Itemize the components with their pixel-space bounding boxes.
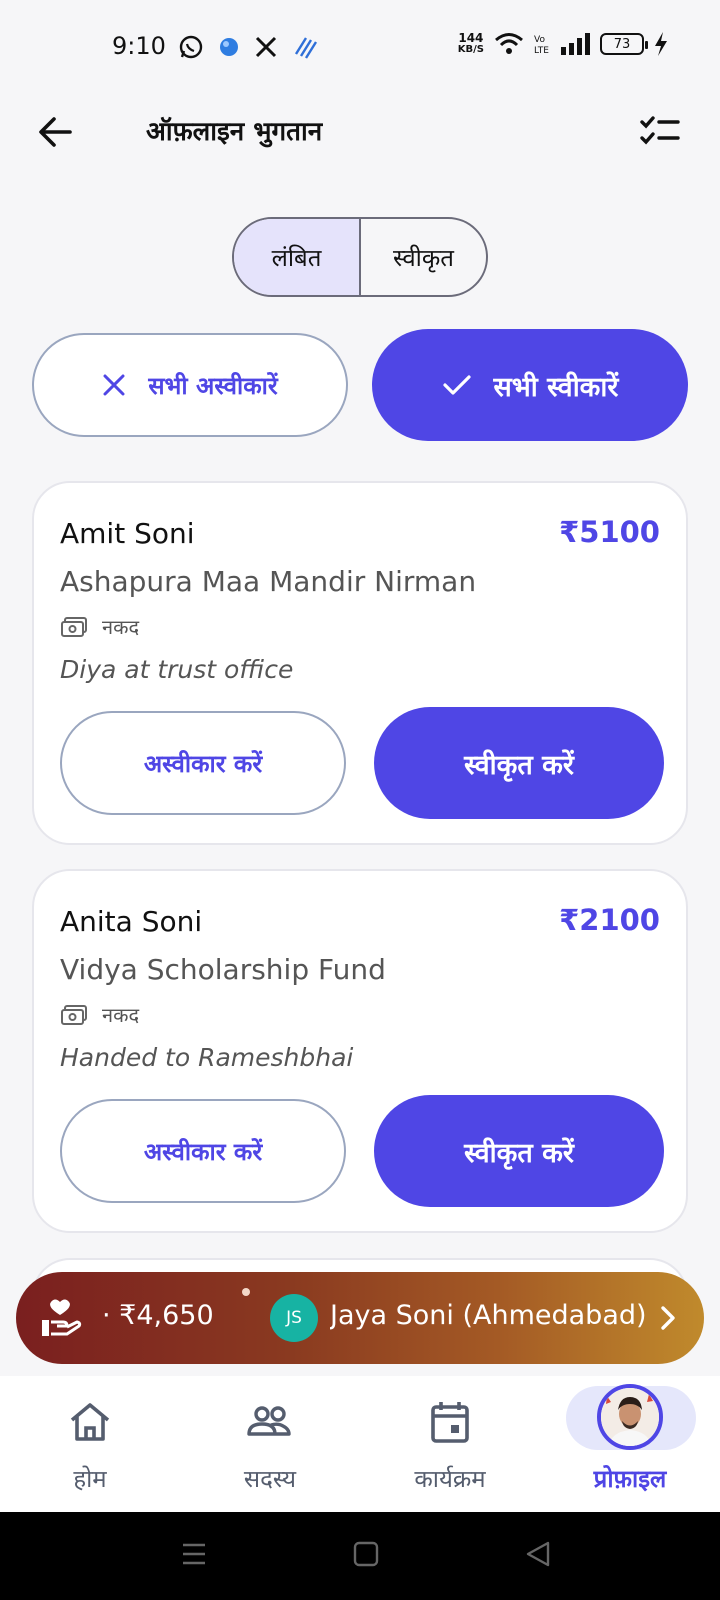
home-square-icon[interactable] (352, 1540, 380, 1568)
nav-members-label: सदस्य (243, 1465, 297, 1493)
charging-icon (655, 32, 667, 56)
system-indicators: 144 KB/S Vo LTE 73 (458, 32, 668, 56)
nav-profile-label: प्रोफ़ाइल (593, 1465, 667, 1493)
app-blue-icon (220, 38, 238, 56)
accept-button[interactable]: स्वीकृत करें (374, 707, 664, 819)
payment-note: Diya at trust office (60, 655, 294, 684)
status-tabs: लंबित स्वीकृत (232, 217, 488, 297)
cash-icon (61, 616, 87, 637)
whatsapp-icon (179, 35, 203, 59)
home-icon (70, 1403, 110, 1441)
signal-icon (561, 33, 590, 55)
tab-accepted[interactable]: स्वीकृत (361, 219, 486, 295)
net-speed: 144 KB/S (458, 32, 484, 56)
back-triangle-icon[interactable] (524, 1540, 552, 1568)
recents-menu-icon[interactable] (180, 1540, 208, 1568)
donation-hand-icon (42, 1299, 82, 1336)
status-time: 9:10 (112, 32, 166, 60)
tab-pending[interactable]: लंबित (234, 219, 361, 295)
payment-method-label: नकद (102, 615, 140, 639)
ticker-separator-dot (242, 1288, 250, 1296)
chevron-right-icon[interactable] (654, 1300, 682, 1336)
donation-ticker[interactable]: · ₹4,650 JS Jaya Soni (Ahmedabad) · ₹4 (16, 1272, 704, 1364)
payer-name: Amit Soni (60, 517, 195, 550)
fund-name: Ashapura Maa Mandir Nirman (60, 565, 477, 598)
payment-method: नकद (60, 613, 139, 640)
app-stripes-icon (294, 37, 318, 59)
payment-method-label: नकद (102, 1003, 140, 1027)
payment-note: Handed to Rameshbhai (60, 1043, 354, 1072)
members-icon (247, 1406, 291, 1436)
status-bar: 9:10 144 KB/S Vo LTE 73 (0, 0, 720, 96)
payment-amount: ₹2100 (559, 903, 660, 937)
payment-method: नकद (60, 1001, 139, 1028)
nav-profile[interactable]: प्रोफ़ाइल (540, 1376, 720, 1512)
payment-amount: ₹5100 (559, 515, 660, 549)
ticker-amount: · ₹4,650 (102, 1300, 214, 1331)
nav-members[interactable]: सदस्य (180, 1376, 360, 1512)
nav-events-label: कार्यक्रम (414, 1465, 486, 1493)
calendar-icon (431, 1402, 469, 1443)
notification-icons (178, 34, 318, 60)
svg-text:LTE: LTE (534, 46, 549, 56)
checklist-icon[interactable] (638, 110, 682, 154)
back-arrow-icon[interactable] (34, 110, 78, 154)
fund-name: Vidya Scholarship Fund (60, 953, 386, 986)
net-speed-value: 144 (458, 31, 484, 45)
reject-button[interactable]: अस्वीकार करें (60, 711, 346, 815)
reject-all-label: सभी अस्वीकारें (148, 371, 278, 400)
accept-all-button[interactable]: सभी स्वीकारें (372, 329, 688, 441)
x-icon (255, 36, 277, 58)
wifi-icon (495, 33, 523, 54)
battery-level: 73 (613, 36, 631, 52)
app-header: ऑफ़लाइन भुगतान (0, 96, 720, 166)
reject-button[interactable]: अस्वीकार करें (60, 1099, 346, 1203)
battery-indicator: 73 (600, 33, 648, 55)
accept-all-label: सभी स्वीकारें (493, 371, 619, 403)
reject-all-button[interactable]: सभी अस्वीकारें (32, 333, 348, 437)
page-title: ऑफ़लाइन भुगतान (146, 117, 323, 147)
accept-button[interactable]: स्वीकृत करें (374, 1095, 664, 1207)
nav-events[interactable]: कार्यक्रम (360, 1376, 540, 1512)
volte-icon: VoLTE (534, 35, 549, 56)
profile-avatar (597, 1384, 663, 1450)
cash-icon (61, 1004, 87, 1025)
nav-home[interactable]: होम (0, 1376, 180, 1512)
nav-home-label: होम (73, 1465, 107, 1493)
check-icon (442, 375, 471, 395)
svg-text:Vo: Vo (534, 35, 545, 45)
payment-card: Amit Soni ₹5100 Ashapura Maa Mandir Nirm… (32, 481, 688, 845)
donor-avatar: JS (270, 1294, 318, 1342)
payer-name: Anita Soni (60, 905, 203, 938)
ticker-donor: Jaya Soni (Ahmedabad) · ₹4 (330, 1300, 656, 1331)
system-nav-bar (0, 1512, 720, 1600)
bottom-nav: होम सदस्य कार्यक्रम प्रोफ़ाइल (0, 1376, 720, 1512)
close-icon (103, 374, 125, 396)
net-speed-unit: KB/S (457, 44, 484, 55)
payment-card: Anita Soni ₹2100 Vidya Scholarship Fund … (32, 869, 688, 1233)
